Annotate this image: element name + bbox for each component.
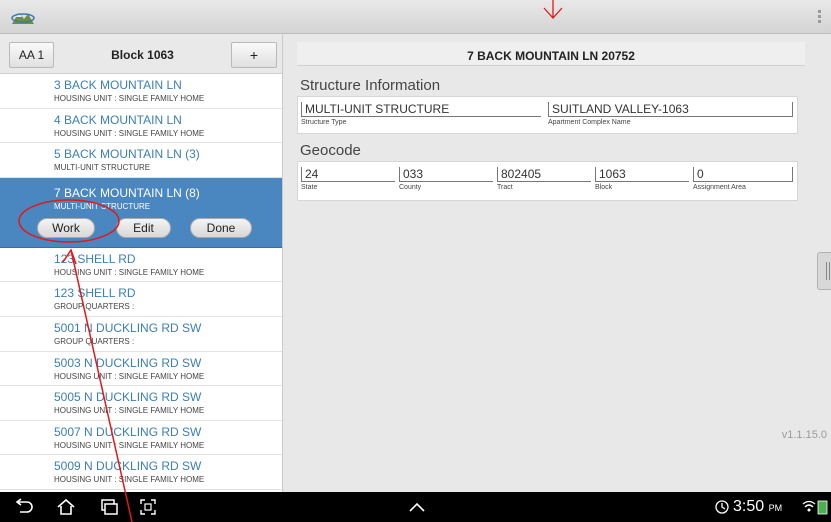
list-item[interactable]: 123 SHELL RD GROUP QUARTERS : <box>0 282 282 317</box>
status-clock: 3:50 PM <box>733 498 782 516</box>
item-type: GROUP QUARTERS : <box>54 302 135 312</box>
structure-info-card: MULTI-UNIT STRUCTURE Structure Type SUIT… <box>297 96 798 134</box>
alarm-icon <box>715 500 729 514</box>
block-value: 1063 <box>595 167 689 182</box>
item-address: 5007 N DUCKLING RD SW <box>54 424 202 439</box>
item-address: 5003 N DUCKLING RD SW <box>54 355 202 370</box>
structure-type-field[interactable]: MULTI-UNIT STRUCTURE Structure Type <box>301 102 541 126</box>
item-address: 123 SHELL RD <box>54 251 136 266</box>
item-address: 3 BACK MOUNTAIN LN <box>54 78 182 92</box>
overflow-menu-icon[interactable] <box>816 10 822 26</box>
item-type: MULTI-UNIT STRUCTURE <box>54 163 151 173</box>
item-type: GROUP QUARTERS : <box>54 336 135 346</box>
back-icon[interactable] <box>12 497 34 517</box>
home-icon[interactable] <box>55 497 77 517</box>
county-label: County <box>399 184 422 191</box>
list-item[interactable]: 123 SHELL RD HOUSING UNIT : SINGLE FAMIL… <box>0 248 282 283</box>
list-item[interactable]: 5003 N DUCKLING RD SW HOUSING UNIT : SIN… <box>0 352 282 387</box>
item-type: HOUSING UNIT : SINGLE FAMILY HOME <box>54 94 205 103</box>
block-label: Block <box>595 184 613 191</box>
item-type: HOUSING UNIT : SINGLE FAMILY HOME <box>54 406 205 416</box>
action-bar <box>0 0 831 34</box>
item-address: 5 BACK MOUNTAIN LN (3) <box>54 147 200 162</box>
assignment-area-value: 0 <box>693 167 793 182</box>
structure-type-label: Structure Type <box>301 119 347 126</box>
geocode-card: 24 State 033 County 802405 Tract 1063 Bl… <box>297 161 798 201</box>
tract-label: Tract <box>497 184 513 191</box>
list-item[interactable]: 3 BACK MOUNTAIN LN HOUSING UNIT : SINGLE… <box>0 74 282 109</box>
system-nav-bar: 3:50 PM <box>0 492 831 522</box>
item-address: 5005 N DUCKLING RD SW <box>54 390 202 405</box>
list-header: AA 1 Block 1063 + <box>0 34 282 74</box>
drawer-handle[interactable] <box>817 252 831 290</box>
item-action-buttons: Work Edit Done <box>37 217 252 240</box>
county-value: 033 <box>399 167 493 182</box>
chevron-up-icon[interactable] <box>406 497 428 517</box>
structure-info-heading: Structure Information <box>300 77 441 94</box>
state-value: 24 <box>301 167 395 182</box>
structure-type-value: MULTI-UNIT STRUCTURE <box>301 102 541 117</box>
item-address: 4 BACK MOUNTAIN LN <box>54 112 182 127</box>
item-type: HOUSING UNIT : SINGLE FAMILY HOME <box>54 128 205 138</box>
item-address: 7 BACK MOUNTAIN LN (8) <box>54 185 200 200</box>
block-title: Block 1063 <box>111 48 174 62</box>
state-label: State <box>301 184 318 191</box>
item-type: HOUSING UNIT : SINGLE FAMILY HOME <box>54 267 205 277</box>
clock-ampm: PM <box>768 503 783 513</box>
block-field[interactable]: 1063 Block <box>595 167 689 191</box>
address-list-pane: AA 1 Block 1063 + 3 BACK MOUNTAIN LN HOU… <box>0 34 283 492</box>
assignment-area-label: Assignment Area <box>693 184 746 191</box>
item-address: 5009 N DUCKLING RD SW <box>54 459 202 474</box>
detail-pane: 7 BACK MOUNTAIN LN 20752 Structure Infor… <box>283 34 831 492</box>
state-field[interactable]: 24 State <box>301 167 395 191</box>
app-logo-icon[interactable] <box>10 6 36 28</box>
county-field[interactable]: 033 County <box>399 167 493 191</box>
clock-time: 3:50 <box>733 498 765 515</box>
tract-value: 802405 <box>497 167 591 182</box>
version-label: v1.1.15.0 <box>781 429 827 441</box>
list-item[interactable]: 5009 N DUCKLING RD SW HOUSING UNIT : SIN… <box>0 455 282 490</box>
assignment-area-field[interactable]: 0 Assignment Area <box>693 167 793 191</box>
add-button[interactable]: + <box>231 42 277 68</box>
list-item[interactable]: 5 BACK MOUNTAIN LN (3) MULTI-UNIT STRUCT… <box>0 143 282 178</box>
list-item[interactable]: 5001 N DUCKLING RD SW GROUP QUARTERS : <box>0 317 282 352</box>
complex-name-value: SUITLAND VALLEY-1063 <box>548 102 793 117</box>
item-address: 5001 N DUCKLING RD SW <box>54 320 202 335</box>
complex-name-label: Apartment Complex Name <box>548 119 631 126</box>
list-item-selected[interactable]: 7 BACK MOUNTAIN LN (8) MULTI-UNIT STRUCT… <box>0 177 282 248</box>
work-button[interactable]: Work <box>37 217 95 238</box>
item-type: HOUSING UNIT : SINGLE FAMILY HOME <box>54 475 205 485</box>
item-address: 123 SHELL RD <box>54 286 136 301</box>
assignment-area-button[interactable]: AA 1 <box>9 42 54 68</box>
list-item[interactable]: 4 BACK MOUNTAIN LN HOUSING UNIT : SINGLE… <box>0 109 282 144</box>
grip-icon <box>826 262 831 280</box>
geocode-heading: Geocode <box>300 142 361 159</box>
detail-title: 7 BACK MOUNTAIN LN 20752 <box>297 42 805 66</box>
item-type: HOUSING UNIT : SINGLE FAMILY HOME <box>54 440 205 450</box>
recent-apps-icon[interactable] <box>98 497 120 517</box>
edit-button[interactable]: Edit <box>116 217 171 238</box>
done-button[interactable]: Done <box>190 217 252 238</box>
wifi-battery-icon <box>802 500 828 515</box>
list-item[interactable]: 5005 N DUCKLING RD SW HOUSING UNIT : SIN… <box>0 386 282 421</box>
screenshot-icon[interactable] <box>137 497 159 517</box>
tract-field[interactable]: 802405 Tract <box>497 167 591 191</box>
list-item[interactable]: 5007 N DUCKLING RD SW HOUSING UNIT : SIN… <box>0 421 282 456</box>
complex-name-field[interactable]: SUITLAND VALLEY-1063 Apartment Complex N… <box>548 102 793 126</box>
item-type: HOUSING UNIT : SINGLE FAMILY HOME <box>54 371 205 381</box>
item-type: MULTI-UNIT STRUCTURE <box>54 201 151 211</box>
